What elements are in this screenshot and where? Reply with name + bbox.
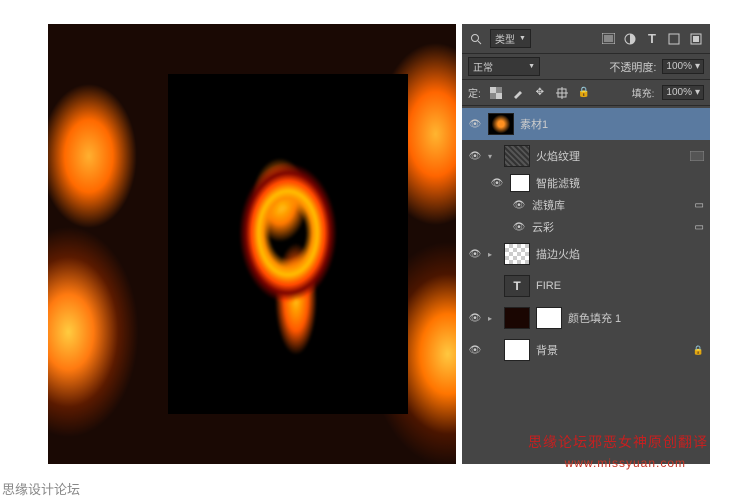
lock-all-icon[interactable]: 🔒 [577,86,591,100]
blend-row: 正常 ▼ 不透明度: 100%▾ [462,54,710,80]
layers-list: 👁 素材1 👁 ▾ 火焰纹理 👁 智能滤镜 👁 滤镜库 ▭ [462,106,710,368]
fill-input[interactable]: 100%▾ [662,85,704,100]
mask-thumbnail[interactable] [510,174,530,192]
filter-adjust-icon[interactable] [622,31,638,47]
layer-item[interactable]: 👁 智能滤镜 [462,172,710,194]
visibility-toggle[interactable]: 👁 [468,313,482,324]
blend-mode-value: 正常 [473,59,493,74]
layer-name[interactable]: 火焰纹理 [536,148,684,164]
document-canvas[interactable] [168,74,408,414]
layer-name[interactable]: 素材1 [520,116,704,132]
watermark-text: 思缘论坛邪恶女神原创翻译 [528,432,708,452]
visibility-toggle[interactable]: 👁 [512,200,526,211]
expand-toggle[interactable]: ▸ [488,250,498,259]
canvas-area[interactable] [48,24,456,464]
visibility-toggle[interactable]: 👁 [468,345,482,356]
layer-item[interactable]: 👁 云彩 ▭ [462,216,710,238]
layer-thumbnail[interactable] [488,113,514,135]
visibility-toggle[interactable]: 👁 [468,119,482,130]
layer-name[interactable]: 云彩 [532,219,689,235]
smart-object-badge [690,151,704,161]
opacity-input[interactable]: 100%▾ [662,59,704,74]
layer-thumbnail[interactable] [504,339,530,361]
layer-name[interactable]: FIRE [536,280,704,292]
visibility-toggle[interactable]: 👁 [490,178,504,189]
lock-transparency-icon[interactable] [489,86,503,100]
layer-name[interactable]: 背景 [536,342,687,358]
blend-mode-dropdown[interactable]: 正常 ▼ [468,57,540,76]
lock-icon: 🔒 [693,345,704,356]
mask-thumbnail[interactable] [536,307,562,329]
filter-shape-icon[interactable] [666,31,682,47]
chevron-down-icon: ▾ [695,61,700,72]
opacity-value: 100% [666,61,692,72]
visibility-toggle[interactable]: 👁 [512,222,526,233]
lock-row: 定: ✥ 🔒 填充: 100%▾ [462,80,710,106]
expand-toggle[interactable]: ▾ [488,152,498,161]
layer-item[interactable]: 👁 背景 🔒 [462,334,710,366]
lock-position-icon[interactable]: ✥ [533,86,547,100]
layer-item[interactable]: 👁 滤镜库 ▭ [462,194,710,216]
chevron-down-icon: ▼ [528,63,535,70]
filter-pixel-icon[interactable] [600,31,616,47]
search-icon[interactable] [468,31,484,47]
watermark-url: www.missyuan.com [565,456,686,470]
type-layer-icon[interactable]: T [504,275,530,297]
layer-item[interactable]: 👁 素材1 [462,108,710,140]
layer-name[interactable]: 滤镜库 [532,197,689,213]
lock-label: 定: [468,85,481,100]
layer-item[interactable]: 👁 ▸ 颜色填充 1 [462,302,710,334]
expand-toggle[interactable]: ▸ [488,314,498,323]
lock-artboard-icon[interactable] [555,86,569,100]
filter-settings-icon[interactable]: ▭ [695,222,704,233]
visibility-toggle[interactable]: 👁 [468,249,482,260]
layer-item[interactable]: T FIRE [462,270,710,302]
visibility-toggle[interactable]: 👁 [468,151,482,162]
layer-thumbnail[interactable] [504,145,530,167]
filter-type-icon[interactable]: T [644,31,660,47]
filter-type-dropdown[interactable]: 类型 ▼ [490,29,531,48]
filter-smart-icon[interactable] [688,31,704,47]
fill-value: 100% [666,87,692,98]
lock-paint-icon[interactable] [511,86,525,100]
layer-name[interactable]: 描边火焰 [536,246,704,262]
layer-item[interactable]: 👁 ▾ 火焰纹理 [462,140,710,172]
fire-artwork [208,134,368,354]
fill-label: 填充: [632,85,655,100]
layer-name[interactable]: 智能滤镜 [536,175,704,191]
opacity-label: 不透明度: [609,59,656,75]
layer-thumbnail[interactable] [504,243,530,265]
chevron-down-icon: ▼ [519,35,526,42]
layers-panel: 类型▼ T 正常▼ 不透明度: 100%▾ 定: ✥ 🔒 填充: 100%▾ [462,24,710,464]
layer-item[interactable]: 👁 ▸ 描边火焰 [462,238,710,270]
chevron-down-icon: ▾ [695,87,700,98]
fill-thumbnail[interactable] [504,307,530,329]
footer-text: 思缘设计论坛 [2,479,80,498]
filter-type-label: 类型 [495,31,515,46]
filter-settings-icon[interactable]: ▭ [695,200,704,211]
panel-filter-row: 类型 ▼ T [462,24,710,54]
layer-name[interactable]: 颜色填充 1 [568,310,704,326]
